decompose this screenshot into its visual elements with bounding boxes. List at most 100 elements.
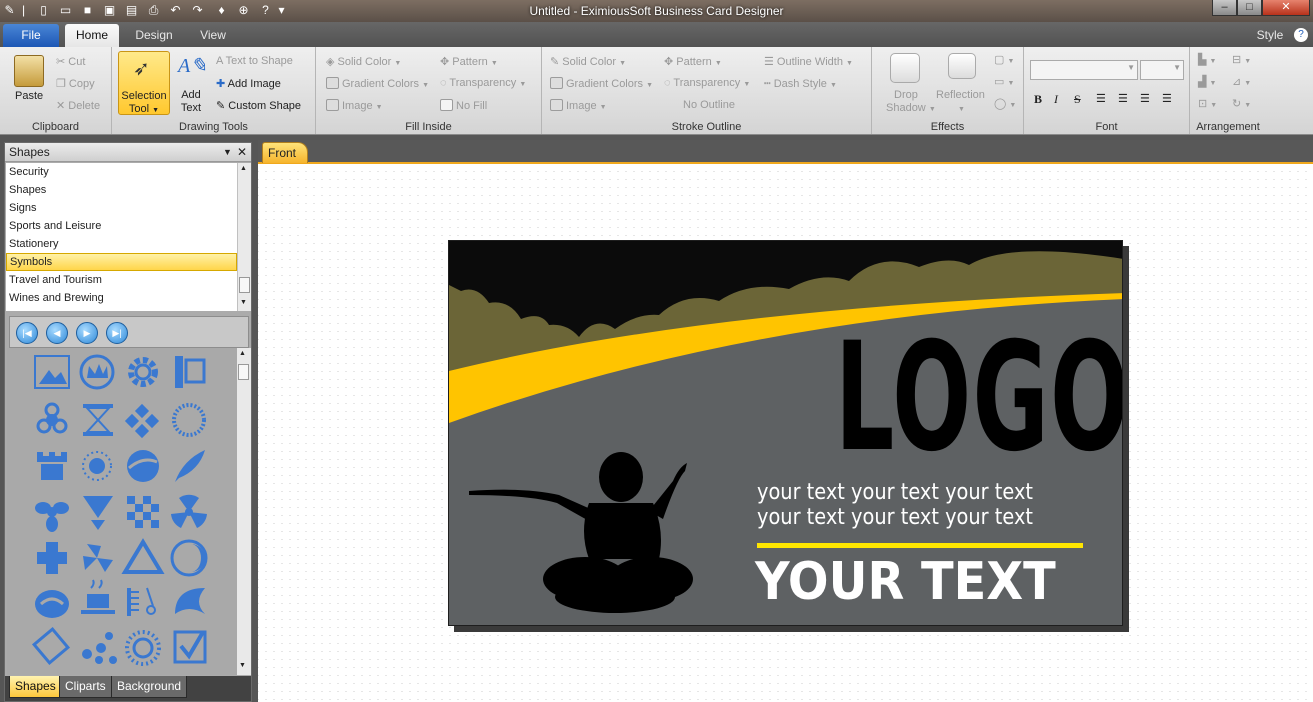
strikethrough-button[interactable]: S [1074,92,1081,107]
stroke-transparency-button[interactable]: ◌ Transparency ▼ [664,77,750,89]
gallery-scrollbar[interactable]: ▲ ▼ [237,348,251,675]
plug-cross-icon[interactable] [37,542,67,574]
previous-icon[interactable]: ◀ [46,322,68,344]
scroll-down-icon[interactable]: ▼ [239,662,246,669]
add-image-button[interactable]: ✚ Add Image [216,77,281,90]
stroke-gradient-button[interactable]: Gradient Colors ▼ [550,77,653,90]
send-backward-icon[interactable]: ▟ ▼ [1198,75,1216,88]
align-objects-icon[interactable]: ⊟ ▼ [1232,53,1251,66]
fill-solid-color-button[interactable]: ◈ Solid Color ▼ [326,55,401,68]
tagline-line-2[interactable]: your text your text your text [757,506,1033,530]
stroke-pattern-button[interactable]: ✥ Pattern ▼ [664,55,722,68]
fill-pattern-button[interactable]: ✥ Pattern ▼ [440,55,498,68]
tab-design[interactable]: Design [126,24,182,47]
scroll-up-icon[interactable]: ▲ [239,350,246,357]
castle-tower-icon[interactable] [37,452,67,480]
first-icon[interactable]: |◀ [16,322,38,344]
flip-icon[interactable]: ⊿ ▼ [1232,75,1251,88]
business-card[interactable]: LOGO your text your text your text your … [448,240,1123,626]
align-center-icon[interactable]: ☰ [1118,92,1128,105]
category-item[interactable]: Security [6,163,237,181]
drop-shadow-icon[interactable] [890,53,920,83]
category-item[interactable]: Sports and Leisure [6,217,237,235]
shape-soft-edge-icon[interactable]: ◯ ▼ [994,97,1016,110]
swoosh-circle-icon[interactable] [127,450,159,482]
panel-menu-icon[interactable]: ▼ [223,143,232,162]
cut-button[interactable]: ✂ Cut [56,55,85,68]
triskelion-icon[interactable] [83,544,113,572]
bold-button[interactable]: B [1034,92,1042,107]
outline-width-button[interactable]: ☰ Outline Width ▼ [764,55,853,68]
tab-file[interactable]: File [3,24,59,47]
logo-text[interactable]: LOGO [835,323,1122,473]
delete-button[interactable]: ✕ Delete [56,99,100,112]
text-to-shape-button[interactable]: A Text to Shape [216,55,293,67]
selection-tool-button[interactable]: ➶ Selection Tool ▼ [118,51,170,115]
biohazard-icon[interactable] [36,402,68,434]
bring-forward-icon[interactable]: ▙ ▼ [1198,53,1216,66]
category-item[interactable]: Wines and Brewing [6,289,237,307]
crescent-icon[interactable] [170,539,208,577]
paste-button[interactable]: Paste [15,90,43,102]
font-size-select[interactable]: ▼ [1140,60,1184,80]
minimize-button[interactable]: – [1212,0,1237,16]
hourglass-icon[interactable] [83,404,113,436]
drop-shadow-button[interactable]: Drop [894,89,918,101]
comb-scissors-icon[interactable] [127,587,156,616]
sun-icon[interactable] [82,451,112,481]
gear-icon[interactable] [128,357,158,387]
no-outline-checkbox[interactable]: No Outline [683,99,735,111]
category-scrollbar[interactable]: ▲ ▼ [237,163,251,311]
fill-transparency-button[interactable]: ◌ Transparency ▼ [440,77,526,89]
shape-outline-style-icon[interactable]: ▢ ▼ [994,53,1014,66]
dotted-ring-icon[interactable] [172,403,206,437]
dash-style-button[interactable]: ┅ Dash Style ▼ [764,77,837,90]
shield-triangle-icon[interactable] [121,538,165,574]
swirl-badge-icon[interactable] [35,590,69,618]
bubbles-icon[interactable] [82,632,117,664]
close-button[interactable]: ✕ [1262,0,1310,16]
scroll-thumb[interactable] [238,364,249,380]
align-right-icon[interactable]: ☰ [1140,92,1150,105]
panel-close-icon[interactable]: ✕ [237,143,247,162]
bookmark-icon[interactable] [175,356,206,388]
paste-icon[interactable] [14,55,44,87]
sunburst-icon[interactable] [125,630,161,666]
scroll-down-icon[interactable]: ▼ [240,299,247,306]
no-fill-checkbox[interactable]: No Fill [440,99,487,112]
align-left-icon[interactable]: ☰ [1096,92,1106,105]
category-item[interactable]: Travel and Tourism [6,271,237,289]
help-button[interactable]: ? [1294,28,1308,42]
category-item[interactable]: Signs [6,199,237,217]
italic-button[interactable]: I [1054,92,1058,107]
custom-shape-button[interactable]: ✎ Custom Shape [216,99,301,112]
leaf-swirl-icon[interactable] [175,588,205,614]
maximize-button[interactable]: □ [1237,0,1262,16]
tab-background[interactable]: Background [111,676,188,698]
tab-cliparts[interactable]: Cliparts [59,676,112,698]
tab-view[interactable]: View [188,24,238,47]
stroke-image-button[interactable]: Image ▼ [550,99,607,112]
category-item[interactable]: Stationery [6,235,237,253]
add-text-button[interactable]: A✎ Add Text [174,51,208,115]
reflection-icon[interactable] [948,53,976,79]
tilted-frame-icon[interactable] [31,626,71,666]
funnel-emblem-icon[interactable] [83,496,113,530]
font-family-select[interactable]: ▼ [1030,60,1138,80]
propeller-icon[interactable] [35,502,69,532]
copy-button[interactable]: ❐ Copy [56,77,95,90]
rotate-icon[interactable]: ↻ ▼ [1232,97,1251,110]
stroke-solid-color-button[interactable]: ✎ Solid Color ▼ [550,55,626,68]
checkbox-mark-icon[interactable] [173,630,207,664]
tab-front[interactable]: Front [262,142,308,163]
radiation-icon[interactable] [171,494,207,528]
last-icon[interactable]: ▶| [106,322,128,344]
coffee-cup-icon[interactable] [81,579,115,614]
diamond-cluster-icon[interactable] [124,403,160,439]
headline-text[interactable]: YOUR TEXT [755,555,1056,609]
reflection-button[interactable]: Reflection [936,89,985,101]
tagline-line-1[interactable]: your text your text your text [757,481,1033,505]
scroll-thumb[interactable] [239,277,250,293]
group-icon[interactable]: ⊡ ▼ [1198,97,1217,110]
category-item[interactable]: Shapes [6,181,237,199]
